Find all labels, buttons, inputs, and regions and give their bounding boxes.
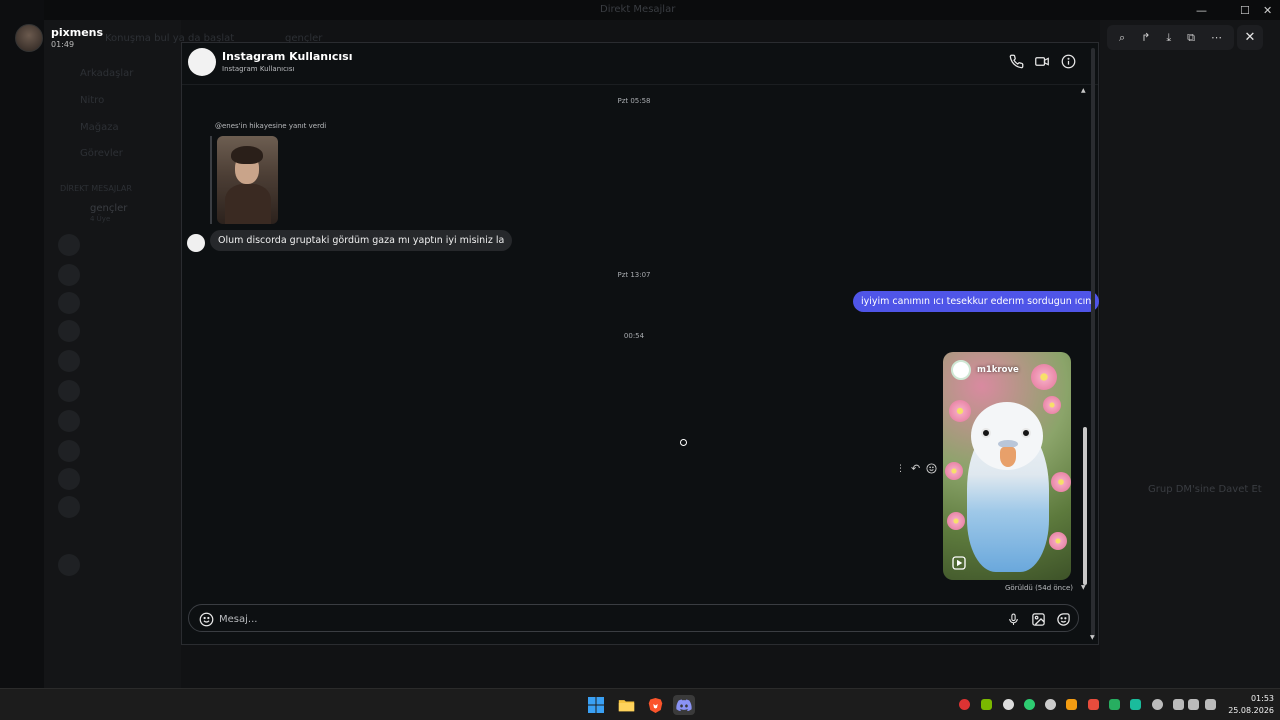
taskbar: 01:53 25.08.2026 — [0, 688, 1280, 720]
dm-window: Instagram Kullanıcısı Instagram Kullanıc… — [181, 42, 1100, 645]
seen-status: Görüldü (54d önce) — [1005, 584, 1073, 592]
outgoing-message[interactable]: iyiyim canımın ıcı tesekkur ederım sordu… — [853, 291, 1100, 312]
background-avatar — [58, 410, 80, 432]
scrollbar-thumb[interactable] — [1083, 427, 1087, 585]
download-icon[interactable]: ⤓ — [1166, 31, 1171, 45]
tray-app-icon[interactable] — [959, 699, 970, 710]
window-title: Direkt Mesajlar — [600, 4, 676, 15]
reply-indicator — [210, 136, 212, 224]
background-member-panel — [1100, 20, 1280, 688]
open-external-icon[interactable]: ⧉ — [1187, 31, 1195, 45]
close-window-icon[interactable]: ✕ — [1263, 4, 1272, 17]
close-viewer-button[interactable]: ✕ — [1237, 25, 1263, 50]
story-thumbnail[interactable] — [217, 136, 278, 224]
tray-app-icon[interactable] — [1003, 699, 1014, 710]
minimize-icon[interactable]: — — [1196, 4, 1207, 17]
background-avatar — [58, 468, 80, 490]
current-user-time: 01:49 — [51, 40, 75, 49]
tray-app-icon[interactable] — [1024, 699, 1035, 710]
dm-header: Instagram Kullanıcısı Instagram Kullanıc… — [182, 43, 1098, 85]
viewer-toolbar: ⌕ ↱ ⤓ ⧉ ⋯ — [1107, 25, 1234, 50]
forward-icon[interactable]: ↱ — [1141, 31, 1150, 44]
message-actions: ⋮ ↶ — [896, 459, 937, 478]
emoji-react-icon[interactable] — [926, 459, 937, 478]
peer-avatar[interactable] — [188, 48, 216, 76]
background-group-name: gençler — [90, 203, 128, 214]
tray-nvidia-icon[interactable] — [981, 699, 992, 710]
network-icon[interactable] — [1173, 699, 1184, 710]
background-avatar — [58, 264, 80, 286]
image-icon[interactable] — [1029, 610, 1047, 628]
tray-app-icon[interactable] — [1066, 699, 1077, 710]
message-composer — [188, 604, 1079, 632]
background-item: Görevler — [80, 148, 123, 159]
background-server-list — [0, 0, 44, 688]
maximize-icon[interactable]: ☐ — [1240, 4, 1250, 17]
background-avatar — [58, 380, 80, 402]
timestamp: Pzt 13:07 — [617, 271, 651, 279]
tray-app-icon[interactable] — [1109, 699, 1120, 710]
current-user-avatar[interactable] — [15, 24, 43, 52]
zoom-icon[interactable]: ⌕ — [1119, 31, 1125, 45]
phone-icon[interactable] — [1007, 52, 1025, 70]
timestamp: Pzt 05:58 — [617, 97, 651, 105]
background-composer-area — [181, 645, 1100, 688]
mouse-cursor — [680, 439, 687, 446]
post-author[interactable]: m1krove — [977, 365, 1019, 375]
background-section: DİREKT MESAJLAR — [60, 184, 132, 193]
background-item: Arkadaşlar — [80, 68, 134, 79]
timestamp: 00:54 — [623, 332, 645, 340]
start-icon[interactable] — [585, 695, 607, 715]
peer-name[interactable]: Instagram Kullanıcısı — [222, 50, 353, 63]
brave-browser-icon[interactable] — [644, 695, 666, 715]
scroll-down-icon[interactable]: ▼ — [1081, 584, 1086, 591]
background-invite: Grup DM'sine Davet Et — [1148, 484, 1262, 495]
background-avatar — [58, 234, 80, 256]
discord-taskbar-icon[interactable] — [673, 695, 695, 715]
message-input[interactable] — [219, 610, 979, 628]
post-author-avatar[interactable] — [951, 360, 971, 380]
reply-icon[interactable]: ↶ — [911, 462, 920, 475]
more-vertical-icon[interactable]: ⋮ — [896, 464, 905, 474]
sticker-icon[interactable] — [1054, 610, 1072, 628]
background-avatar — [58, 496, 80, 518]
tray-app-icon[interactable] — [1088, 699, 1099, 710]
video-call-icon[interactable] — [1033, 52, 1051, 70]
background-group-members: 4 Üye — [90, 215, 111, 223]
peer-message-avatar[interactable] — [187, 234, 205, 252]
background-item: Nitro — [80, 95, 105, 106]
microphone-icon[interactable] — [1004, 610, 1022, 628]
info-icon[interactable] — [1059, 52, 1077, 70]
tray-app-icon[interactable] — [1130, 699, 1141, 710]
volume-icon[interactable] — [1188, 699, 1199, 710]
current-user-name: pixmens — [51, 26, 104, 39]
clock-date[interactable]: 25.08.2026 — [1226, 706, 1274, 715]
clock-time[interactable]: 01:53 — [1246, 694, 1274, 703]
battery-icon[interactable] — [1205, 699, 1216, 710]
background-avatar — [58, 440, 80, 462]
emoji-icon[interactable] — [197, 610, 215, 628]
outer-scroll-down-icon[interactable]: ▼ — [1090, 634, 1095, 641]
background-avatar — [58, 554, 80, 576]
story-reply-note: @enes'in hikayesine yanıt verdi — [215, 122, 327, 130]
peer-subtitle: Instagram Kullanıcısı — [222, 65, 295, 73]
background-item: Mağaza — [80, 122, 119, 133]
microphone-tray-icon[interactable] — [1152, 699, 1163, 710]
tray-app-icon[interactable] — [1045, 699, 1056, 710]
scroll-up-icon[interactable]: ▲ — [1081, 87, 1086, 94]
background-avatar — [58, 292, 80, 314]
incoming-message[interactable]: Olum discorda gruptaki gördüm gaza mı ya… — [210, 230, 513, 251]
file-explorer-icon[interactable] — [615, 695, 637, 715]
shared-reel-post[interactable]: m1krove — [943, 352, 1071, 580]
background-avatar — [58, 350, 80, 372]
reel-icon — [951, 555, 967, 571]
background-avatar — [58, 320, 80, 342]
outer-scrollbar[interactable] — [1091, 48, 1095, 638]
more-options-icon[interactable]: ⋯ — [1211, 31, 1222, 44]
